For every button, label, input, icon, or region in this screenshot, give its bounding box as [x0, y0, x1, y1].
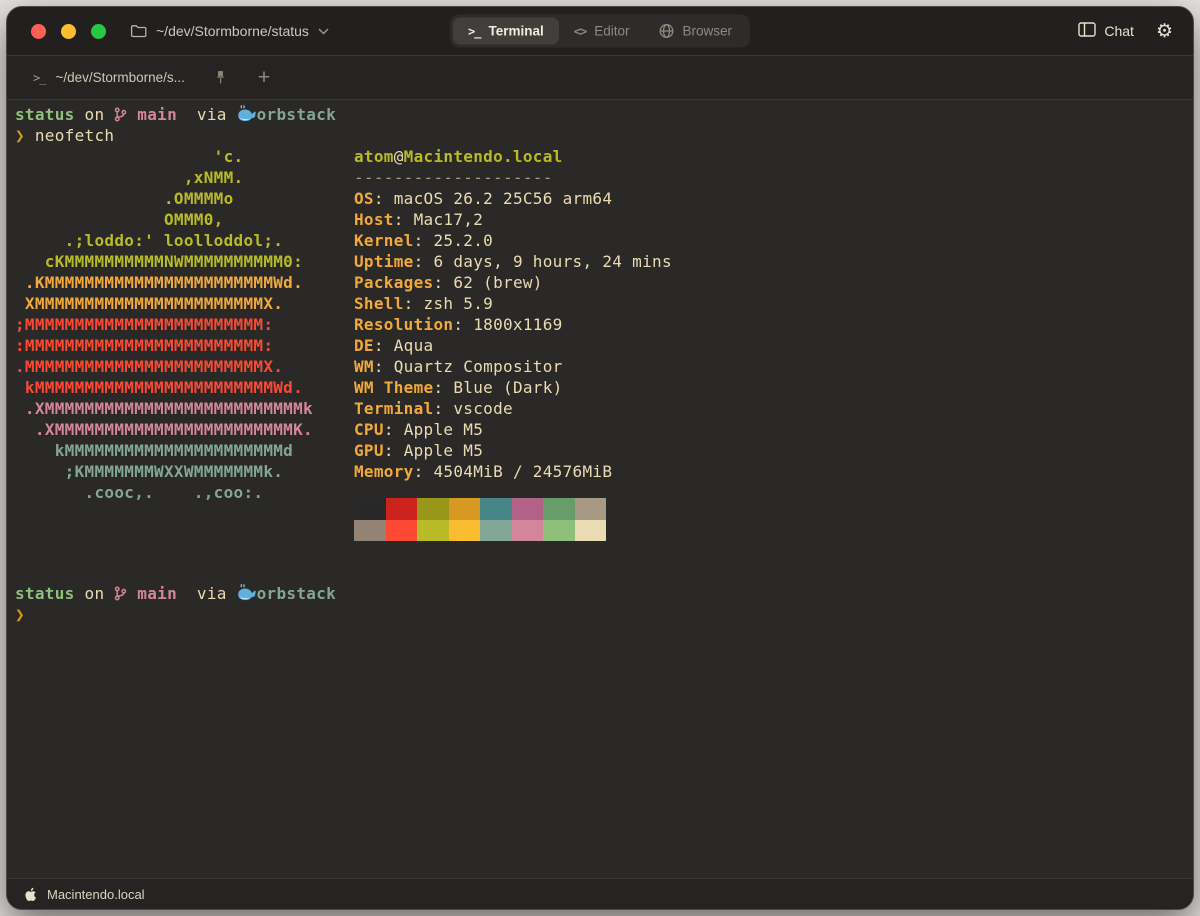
terminal-prompt-icon: >_ [33, 71, 45, 85]
pin-icon[interactable] [215, 70, 226, 85]
color-palette [354, 498, 1193, 541]
ascii-art-line: ;MMMMMMMMMMMMMMMMMMMMMMMM: [15, 314, 354, 335]
info-row: Kernel: 25.2.0 [354, 230, 1193, 251]
ascii-art-line: OMMM0, [15, 209, 354, 230]
palette-bright-row [354, 520, 1193, 542]
titlebar: ~/dev/Stormborne/status >_ Terminal <> E… [7, 7, 1193, 56]
ascii-art-line: .KMMMMMMMMMMMMMMMMMMMMMMMWd. [15, 272, 354, 293]
info-row: Memory: 4504MiB / 24576MiB [354, 461, 1193, 482]
chevron-down-icon [318, 28, 329, 35]
prompt-dir: status [15, 105, 75, 124]
whale-icon [237, 584, 257, 606]
close-button[interactable] [31, 24, 46, 39]
git-branch-icon [114, 106, 127, 127]
command-text: neofetch [25, 126, 114, 145]
palette-normal-row [354, 498, 1193, 520]
terminal-icon: >_ [468, 24, 480, 38]
fetch-separator: -------------------- [354, 167, 1193, 188]
ascii-art-line: .OMMMMo [15, 188, 354, 209]
globe-icon [659, 24, 674, 39]
folder-icon [130, 24, 147, 38]
statusbar-host: Macintendo.local [47, 887, 145, 902]
workspace-path-selector[interactable]: ~/dev/Stormborne/status [130, 23, 329, 39]
prompt-char: ❯ [15, 605, 25, 624]
prompt-dir: status [15, 584, 75, 603]
neofetch-output: 'c. ,xNMM. .OMMMMo OMMM0, .;loddo:' lool… [15, 146, 1193, 541]
system-info: atom@Macintendo.local ------------------… [354, 146, 1193, 541]
terminal-tab-title: ~/dev/Stormborne/s... [55, 70, 184, 85]
traffic-lights [31, 24, 106, 39]
chat-button[interactable]: Chat [1078, 22, 1134, 40]
zoom-button[interactable] [91, 24, 106, 39]
workspace-path: ~/dev/Stormborne/status [156, 23, 309, 39]
info-row: Uptime: 6 days, 9 hours, 24 mins [354, 251, 1193, 272]
ascii-art-line: .XMMMMMMMMMMMMMMMMMMMMMMMMK. [15, 419, 354, 440]
ascii-art-line: cKMMMMMMMMMMNWMMMMMMMMMM0: [15, 251, 354, 272]
ascii-art-line: .MMMMMMMMMMMMMMMMMMMMMMMMX. [15, 356, 354, 377]
prompt-branch: main [127, 584, 177, 603]
ascii-art-line: kMMMMMMMMMMMMMMMMMMMMMMMMWd. [15, 377, 354, 398]
ascii-art-line: .XMMMMMMMMMMMMMMMMMMMMMMMMMMk [15, 398, 354, 419]
code-icon: <> [574, 24, 586, 38]
prompt-line: status on main via orbstack [15, 104, 1193, 125]
minimize-button[interactable] [61, 24, 76, 39]
git-branch-icon [114, 585, 127, 606]
info-row: Packages: 62 (brew) [354, 272, 1193, 293]
info-row: GPU: Apple M5 [354, 440, 1193, 461]
tab-terminal[interactable]: >_ Terminal [453, 18, 559, 45]
prompt-char: ❯ [15, 126, 25, 145]
info-row: Shell: zsh 5.9 [354, 293, 1193, 314]
tab-editor[interactable]: <> Editor [559, 18, 645, 45]
prompt-branch: main [127, 105, 177, 124]
settings-gear-icon[interactable]: ⚙ [1156, 22, 1173, 41]
view-switcher: >_ Terminal <> Editor Browser [450, 15, 750, 48]
apple-icon [24, 887, 37, 902]
info-row: WM: Quartz Compositor [354, 356, 1193, 377]
ascii-art-line: XMMMMMMMMMMMMMMMMMMMMMMMX. [15, 293, 354, 314]
ascii-art-line: ,xNMM. [15, 167, 354, 188]
info-row: OS: macOS 26.2 25C56 arm64 [354, 188, 1193, 209]
ascii-art-line: 'c. [15, 146, 354, 167]
cursor-line: ❯ [15, 604, 1193, 625]
info-row: Terminal: vscode [354, 398, 1193, 419]
ascii-art-line: :MMMMMMMMMMMMMMMMMMMMMMMM: [15, 335, 354, 356]
ascii-art-line: ;KMMMMMMMWXXWMMMMMMMk. [15, 461, 354, 482]
ascii-art-line: .cooc,. .,coo:. [15, 482, 354, 503]
terminal-tabstrip: >_ ~/dev/Stormborne/s... + [7, 56, 1193, 100]
apple-ascii-art: 'c. ,xNMM. .OMMMMo OMMM0, .;loddo:' lool… [15, 146, 354, 541]
whale-icon [237, 105, 257, 127]
terminal-tab[interactable]: >_ ~/dev/Stormborne/s... [33, 70, 185, 85]
new-tab-button[interactable]: + [258, 67, 270, 88]
side-panel-icon [1078, 22, 1096, 40]
info-row: Resolution: 1800x1169 [354, 314, 1193, 335]
app-window: ~/dev/Stormborne/status >_ Terminal <> E… [6, 6, 1194, 910]
fetch-title: atom@Macintendo.local [354, 146, 1193, 167]
prompt-line: status on main via orbstack [15, 583, 1193, 604]
info-row: DE: Aqua [354, 335, 1193, 356]
info-row: WM Theme: Blue (Dark) [354, 377, 1193, 398]
tab-browser[interactable]: Browser [644, 18, 747, 45]
statusbar: Macintendo.local [7, 878, 1193, 909]
info-row: Host: Mac17,2 [354, 209, 1193, 230]
terminal-pane[interactable]: status on main via orbstack ❯ neofetch '… [7, 100, 1193, 878]
prompt-context: orbstack [257, 584, 336, 603]
command-line: ❯ neofetch [15, 125, 1193, 146]
ascii-art-line: .;loddo:' loolloddol;. [15, 230, 354, 251]
info-row: CPU: Apple M5 [354, 419, 1193, 440]
prompt-context: orbstack [257, 105, 336, 124]
ascii-art-line: kMMMMMMMMMMMMMMMMMMMMMMd [15, 440, 354, 461]
